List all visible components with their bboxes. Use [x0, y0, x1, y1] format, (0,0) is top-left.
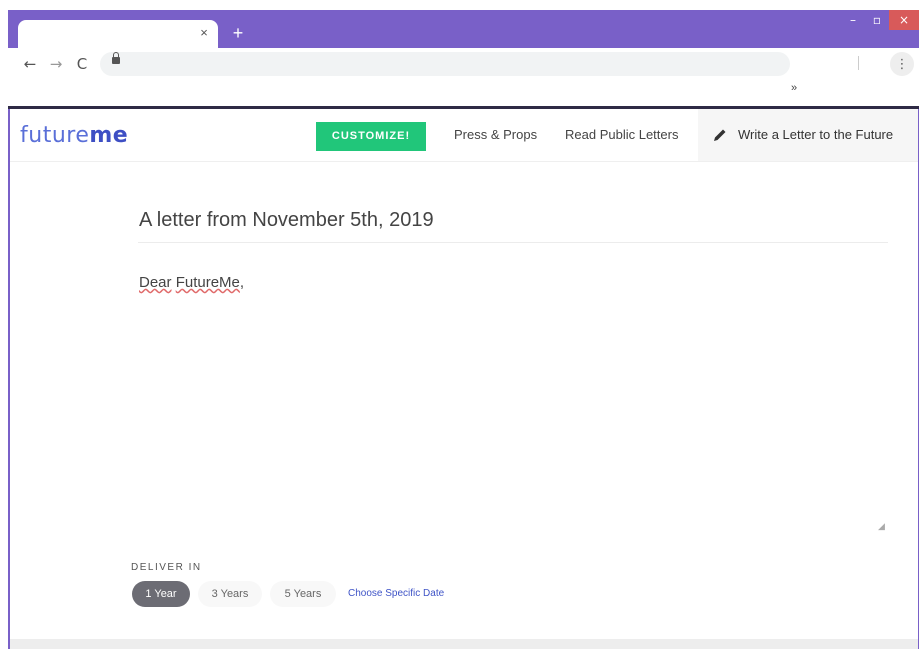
- logo-future-text: future: [20, 123, 90, 148]
- window-controls: – ▫ ×: [841, 10, 919, 32]
- greeting-word-dear: Dear: [139, 274, 172, 291]
- write-letter-link[interactable]: Write a Letter to the Future: [698, 109, 918, 161]
- page-bottom-band: [10, 639, 918, 649]
- pencil-icon: [714, 129, 726, 141]
- reload-icon[interactable]: C: [70, 52, 94, 76]
- nav-read-public-letters[interactable]: Read Public Letters: [565, 127, 678, 142]
- greeting-punctuation: ,: [239, 274, 245, 291]
- maximize-icon[interactable]: ▫: [865, 10, 889, 30]
- title-divider: [138, 242, 888, 243]
- tab-bar: × + – ▫ ×: [8, 10, 919, 48]
- deliver-5-years-button[interactable]: 5 Years: [270, 581, 336, 607]
- toolbar-divider: [858, 56, 859, 70]
- close-window-icon[interactable]: ×: [889, 10, 919, 30]
- web-page: futureme CUSTOMIZE! Press & Props Read P…: [10, 109, 918, 649]
- write-letter-label: Write a Letter to the Future: [738, 127, 894, 142]
- bookmarks-overflow-icon[interactable]: »: [791, 82, 797, 94]
- browser-toolbar: ← → C ⋮ »: [8, 48, 919, 109]
- letter-title[interactable]: A letter from November 5th, 2019: [139, 209, 434, 232]
- tab-close-icon[interactable]: ×: [196, 25, 212, 41]
- address-bar[interactable]: [100, 52, 790, 76]
- new-tab-icon[interactable]: +: [228, 23, 248, 43]
- minimize-icon[interactable]: –: [841, 10, 865, 30]
- deliver-1-year-button[interactable]: 1 Year: [132, 581, 190, 607]
- browser-tab[interactable]: ×: [18, 20, 218, 48]
- choose-specific-date-link[interactable]: Choose Specific Date: [348, 588, 444, 599]
- deliver-3-years-button[interactable]: 3 Years: [198, 581, 262, 607]
- futureme-logo[interactable]: futureme: [20, 123, 128, 148]
- lock-icon: [112, 52, 120, 64]
- browser-menu-icon[interactable]: ⋮: [890, 52, 914, 76]
- browser-window: × + – ▫ × ← → C ⋮ » futureme CUSTOMIZE! …: [8, 10, 919, 649]
- nav-press-props[interactable]: Press & Props: [454, 127, 537, 142]
- logo-me-text: me: [89, 123, 129, 148]
- letter-body-textarea[interactable]: Dear FutureMe,: [139, 274, 244, 291]
- textarea-resize-handle[interactable]: ◢: [878, 521, 886, 531]
- deliver-in-label: DELIVER IN: [131, 562, 202, 573]
- customize-button[interactable]: CUSTOMIZE!: [316, 122, 426, 151]
- back-icon[interactable]: ←: [18, 52, 42, 76]
- greeting-word-futureme: FutureMe: [175, 274, 240, 291]
- site-header: futureme CUSTOMIZE! Press & Props Read P…: [10, 109, 918, 162]
- forward-icon[interactable]: →: [44, 52, 68, 76]
